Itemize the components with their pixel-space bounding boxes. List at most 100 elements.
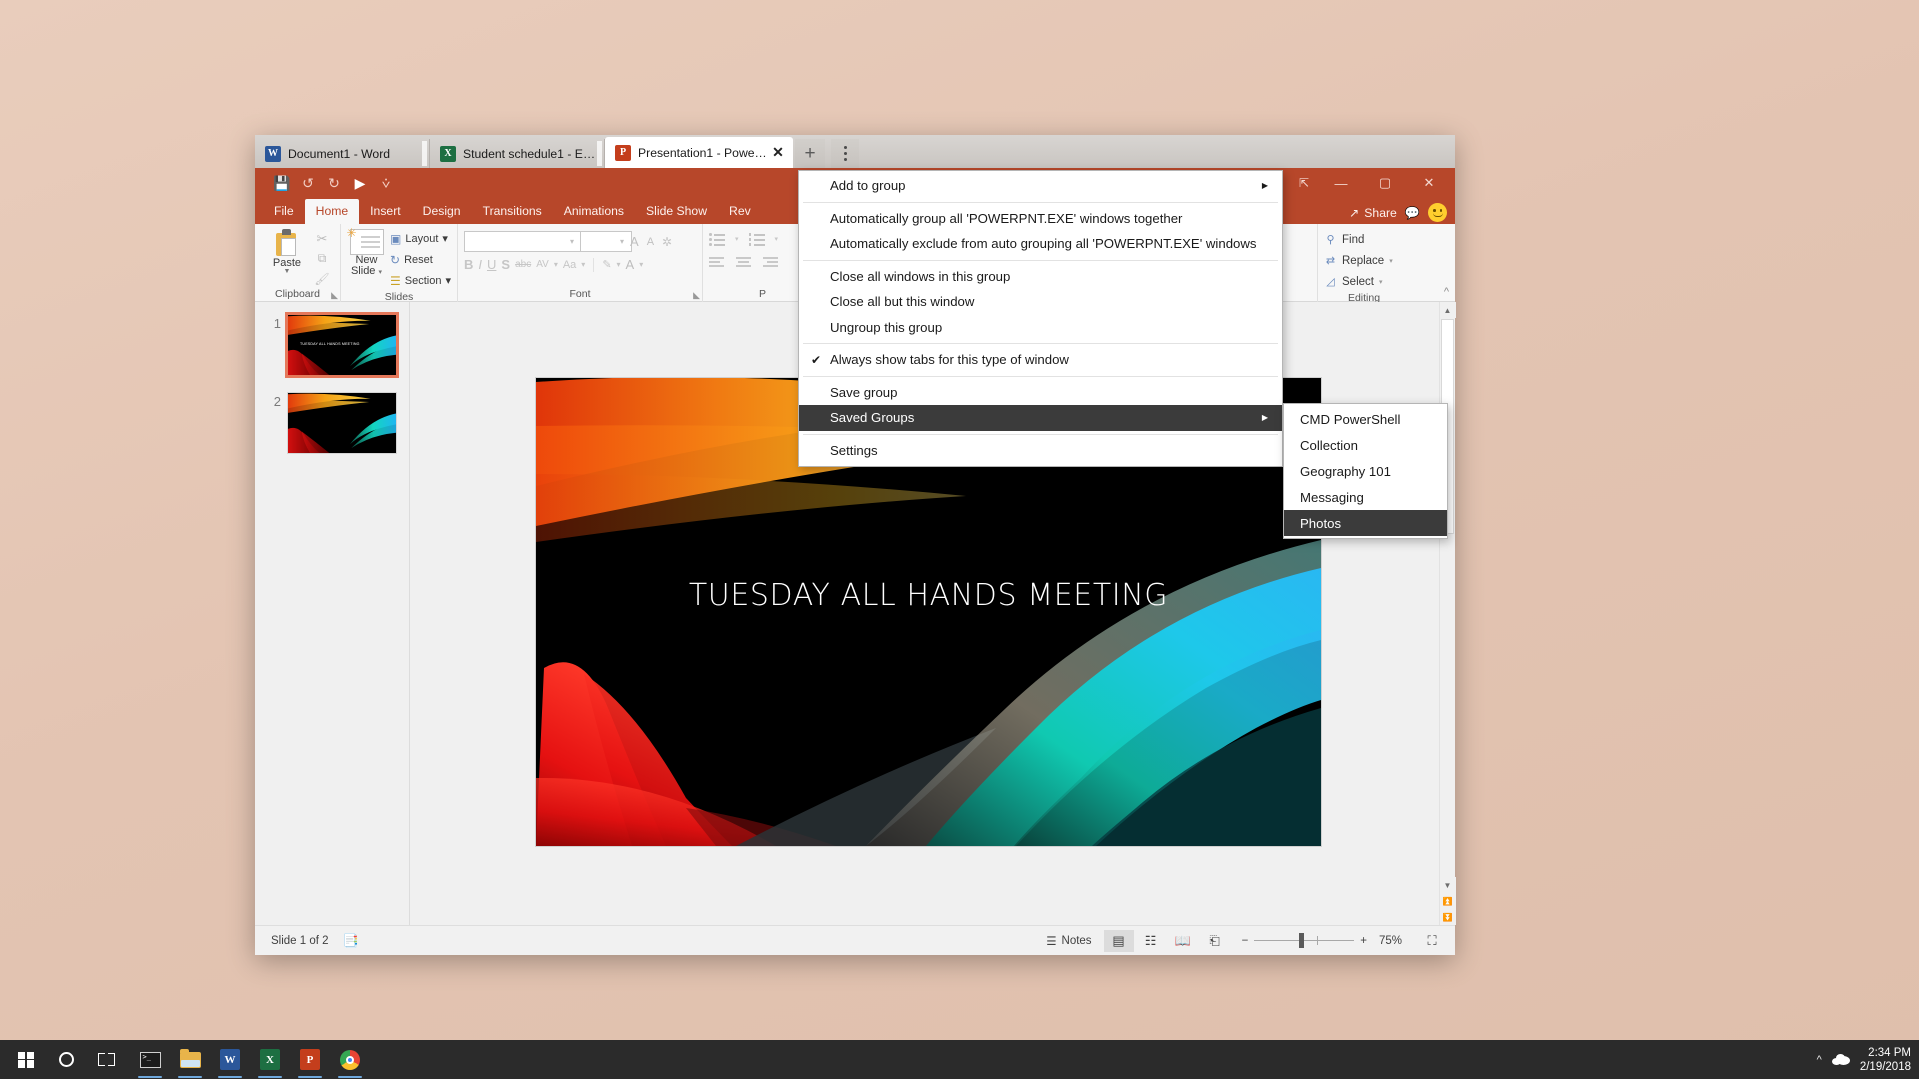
notes-button[interactable]: ☰ Notes bbox=[1036, 934, 1101, 948]
submenu-item-photos[interactable]: Photos bbox=[1284, 510, 1447, 536]
undo-icon[interactable]: ↺ bbox=[295, 172, 321, 194]
customize-qat-icon[interactable]: ⩒ bbox=[373, 172, 399, 194]
chevron-down-icon[interactable]: ▾ bbox=[1379, 278, 1383, 286]
tab-student-schedule1-excel[interactable]: X Student schedule1 - Excel bbox=[430, 139, 605, 168]
align-center-icon[interactable] bbox=[736, 257, 751, 269]
submenu-item-cmd-powershell[interactable]: CMD PowerShell bbox=[1284, 406, 1447, 432]
menu-item-ungroup[interactable]: Ungroup this group bbox=[799, 315, 1282, 341]
chevron-down-icon[interactable]: ▾ bbox=[735, 235, 739, 243]
maximize-button[interactable]: ▢ bbox=[1363, 168, 1407, 198]
tab-file[interactable]: File bbox=[263, 199, 305, 224]
character-spacing-button[interactable]: AV bbox=[536, 259, 549, 270]
slide-thumbnail-pane[interactable]: 1 TUESDAY ALL HANDS MEETING 2 bbox=[255, 302, 410, 925]
menu-item-close-all-but-this[interactable]: Close all but this window bbox=[799, 289, 1282, 315]
tab-design[interactable]: Design bbox=[412, 199, 472, 224]
normal-view-button[interactable]: ▤ bbox=[1103, 929, 1134, 952]
chevron-down-icon[interactable]: ▾ bbox=[775, 235, 779, 243]
zoom-out-button[interactable]: − bbox=[1242, 935, 1249, 947]
layout-button[interactable]: ▣ Layout ▾ bbox=[390, 229, 451, 248]
bullets-icon[interactable] bbox=[709, 233, 725, 246]
chevron-down-icon[interactable]: ▾ bbox=[379, 269, 383, 276]
font-color-icon[interactable]: A bbox=[626, 257, 635, 272]
align-left-icon[interactable] bbox=[709, 257, 724, 269]
tab-transitions[interactable]: Transitions bbox=[472, 199, 553, 224]
menu-item-close-all-in-group[interactable]: Close all windows in this group bbox=[799, 264, 1282, 290]
clear-formatting-icon[interactable]: ✲ bbox=[662, 235, 672, 249]
feedback-smiley-icon[interactable] bbox=[1428, 203, 1447, 222]
italic-button[interactable]: I bbox=[478, 257, 482, 272]
comments-icon[interactable]: 💬 bbox=[1405, 206, 1420, 220]
tab-home[interactable]: Home bbox=[304, 199, 360, 224]
grow-font-button[interactable]: A bbox=[630, 234, 639, 249]
start-button[interactable] bbox=[6, 1040, 46, 1079]
submenu-item-collection[interactable]: Collection bbox=[1284, 432, 1447, 458]
cortana-search-button[interactable] bbox=[46, 1040, 86, 1079]
underline-button[interactable]: U bbox=[487, 257, 496, 272]
start-slideshow-icon[interactable]: ▶ bbox=[347, 172, 373, 194]
notes-page-icon[interactable]: 📑 bbox=[343, 933, 359, 949]
slide-thumbnail-2[interactable] bbox=[287, 392, 397, 454]
chevron-down-icon[interactable]: ▼ bbox=[284, 268, 291, 275]
tab-review[interactable]: Rev bbox=[718, 199, 762, 224]
chevron-down-icon[interactable]: ▾ bbox=[639, 260, 643, 269]
new-slide-button[interactable]: ✳ New Slide ▾ bbox=[347, 226, 386, 278]
format-painter-button[interactable]: 🖌 bbox=[313, 270, 331, 287]
section-button[interactable]: ☰ Section ▾ bbox=[390, 271, 451, 290]
menu-item-auto-group[interactable]: Automatically group all 'POWERPNT.EXE' w… bbox=[799, 206, 1282, 232]
share-button[interactable]: ↗ Share bbox=[1349, 206, 1397, 220]
tab-document1-word[interactable]: W Document1 - Word bbox=[255, 139, 430, 168]
font-name-input[interactable] bbox=[464, 231, 582, 252]
text-shadow-button[interactable]: S bbox=[501, 257, 510, 272]
tab-overflow-menu-button[interactable] bbox=[831, 139, 859, 168]
tab-animations[interactable]: Animations bbox=[553, 199, 635, 224]
redo-icon[interactable]: ↻ bbox=[321, 172, 347, 194]
change-case-button[interactable]: Aa bbox=[563, 259, 576, 271]
tab-context-menu[interactable]: Add to group ▶ Automatically group all '… bbox=[798, 170, 1283, 467]
scroll-up-icon[interactable]: ▲ bbox=[1439, 302, 1456, 318]
chevron-down-icon[interactable]: ▾ bbox=[581, 260, 585, 269]
replace-button[interactable]: ⇄ Replace ▾ bbox=[1324, 251, 1393, 270]
taskbar-file-explorer[interactable] bbox=[170, 1040, 210, 1079]
copy-button[interactable]: ⧉ bbox=[313, 250, 331, 267]
thumbnail-item[interactable]: 2 bbox=[255, 392, 409, 470]
submenu-item-geography-101[interactable]: Geography 101 bbox=[1284, 458, 1447, 484]
numbering-icon[interactable] bbox=[748, 233, 765, 246]
vertical-scrollbar[interactable]: ▲ ▼ ⏫ ⏬ bbox=[1439, 302, 1456, 925]
text-highlight-color-icon[interactable]: ✎ bbox=[602, 258, 611, 271]
menu-item-add-to-group[interactable]: Add to group ▶ bbox=[799, 173, 1282, 199]
chevron-down-icon[interactable]: ▾ bbox=[554, 260, 558, 269]
menu-item-save-group[interactable]: Save group bbox=[799, 380, 1282, 406]
close-icon[interactable]: ✕ bbox=[769, 144, 787, 162]
task-view-button[interactable] bbox=[86, 1040, 126, 1079]
collapse-ribbon-button[interactable]: ^ bbox=[1444, 286, 1449, 298]
save-icon[interactable]: 💾 bbox=[269, 172, 295, 194]
minimize-button[interactable]: — bbox=[1319, 168, 1363, 198]
zoom-slider[interactable] bbox=[1254, 933, 1355, 948]
font-size-input[interactable] bbox=[580, 231, 633, 252]
slide-title-text[interactable]: TUESDAY ALL HANDS MEETING bbox=[536, 578, 1321, 613]
new-tab-button[interactable]: + bbox=[795, 139, 825, 168]
next-slide-icon[interactable]: ⏬ bbox=[1439, 909, 1456, 925]
chevron-down-icon[interactable]: ▾ bbox=[445, 274, 451, 287]
saved-groups-submenu[interactable]: CMD PowerShell Collection Geography 101 … bbox=[1283, 403, 1448, 539]
chevron-down-icon[interactable]: ▾ bbox=[620, 237, 624, 246]
onedrive-cloud-icon[interactable] bbox=[1831, 1054, 1850, 1065]
taskbar-word[interactable]: W bbox=[210, 1040, 250, 1079]
find-button[interactable]: ⚲ Find bbox=[1324, 230, 1364, 249]
font-dialog-launcher-icon[interactable]: ◣ bbox=[693, 290, 700, 301]
zoom-control[interactable]: − + 75% ⛶ bbox=[1242, 930, 1447, 952]
chevron-down-icon[interactable]: ▾ bbox=[570, 237, 574, 246]
clipboard-dialog-launcher-icon[interactable]: ◣ bbox=[331, 290, 338, 301]
menu-item-settings[interactable]: Settings bbox=[799, 438, 1282, 464]
menu-item-auto-exclude[interactable]: Automatically exclude from auto grouping… bbox=[799, 231, 1282, 257]
strikethrough-button[interactable]: abc bbox=[515, 259, 531, 270]
slideshow-button[interactable]: ⎗ bbox=[1200, 930, 1230, 952]
bold-button[interactable]: B bbox=[464, 257, 473, 272]
scroll-down-icon[interactable]: ▼ bbox=[1439, 877, 1456, 893]
chevron-down-icon[interactable]: ▾ bbox=[1389, 257, 1393, 265]
show-hidden-icons-chevron-icon[interactable]: ^ bbox=[1817, 1054, 1822, 1066]
tab-presentation1-powerpoint[interactable]: P Presentation1 - PowerP... ✕ bbox=[605, 137, 793, 168]
zoom-slider-thumb[interactable] bbox=[1299, 933, 1305, 948]
tab-slide-show[interactable]: Slide Show bbox=[635, 199, 718, 224]
taskbar-command-prompt[interactable] bbox=[130, 1040, 170, 1079]
